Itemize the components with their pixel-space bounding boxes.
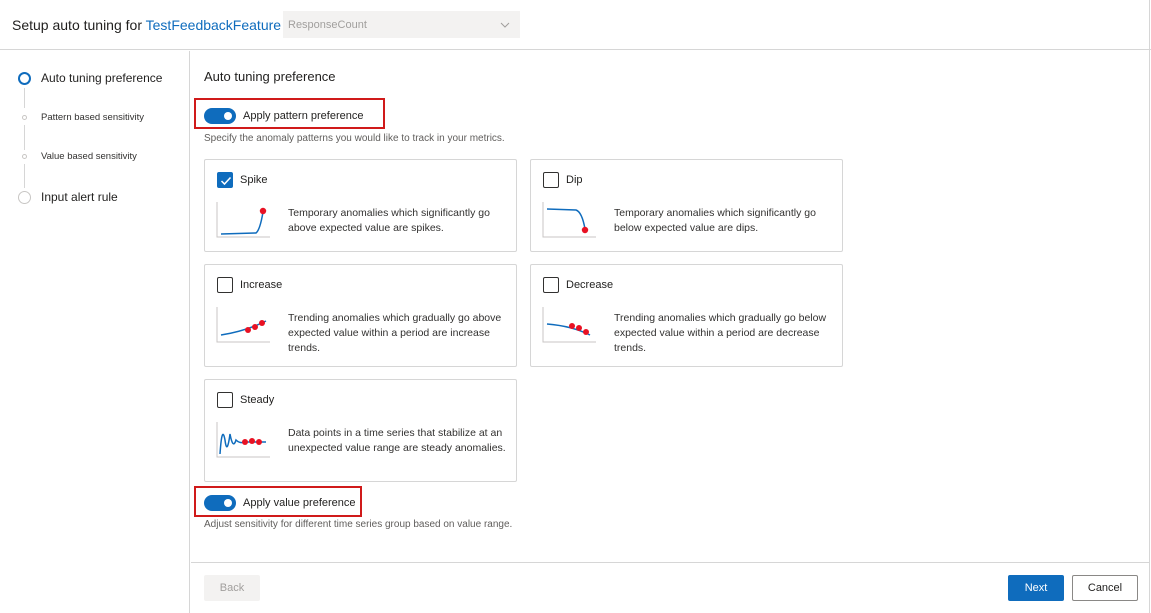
step-current-icon [18, 72, 31, 85]
decrease-checkbox[interactable] [543, 277, 559, 293]
pattern-description: Temporary anomalies which significantly … [614, 207, 816, 234]
step-label: Auto tuning preference [41, 71, 163, 85]
pattern-name: Decrease [566, 279, 614, 291]
title-prefix: Setup auto tuning for [12, 17, 142, 33]
steady-checkbox[interactable] [217, 392, 233, 408]
pattern-preference-label: Apply pattern preference [243, 110, 364, 122]
page-header: Setup auto tuning for TestFeedbackFeatur… [0, 0, 1151, 50]
pattern-name: Dip [566, 174, 583, 186]
step-connector [24, 88, 25, 108]
step-sidebar: Auto tuning preference Pattern based sen… [0, 51, 190, 613]
value-preference-toggle-row[interactable]: Apply value preference [204, 495, 356, 511]
step-pending-icon [18, 191, 31, 204]
pattern-description: Trending anomalies which gradually go be… [614, 312, 827, 354]
step-connector [24, 164, 25, 188]
chevron-down-icon [500, 22, 510, 28]
pattern-card-steady[interactable]: Steady Data points in a time series that… [204, 379, 517, 482]
spike-chart-icon [216, 202, 270, 238]
pattern-preference-toggle-row[interactable]: Apply pattern preference [204, 108, 363, 124]
steady-chart-icon [216, 422, 270, 458]
pattern-description: Data points in a time series that stabil… [288, 427, 506, 454]
value-preference-label: Apply value preference [243, 497, 356, 509]
feature-link[interactable]: TestFeedbackFeature [146, 17, 281, 33]
step-label: Input alert rule [41, 190, 118, 204]
pattern-card-dip[interactable]: Dip Temporary anomalies which significan… [530, 159, 843, 252]
spike-checkbox[interactable] [217, 172, 233, 188]
increase-chart-icon [216, 307, 270, 343]
metric-select[interactable]: ResponseCount [283, 11, 520, 38]
pattern-card-increase[interactable]: Increase Trending anomalies which gradua… [204, 264, 517, 367]
dip-checkbox[interactable] [543, 172, 559, 188]
panel-edge [1149, 0, 1150, 613]
pattern-description: Temporary anomalies which significantly … [288, 207, 490, 234]
page-title: Setup auto tuning for TestFeedbackFeatur… [12, 17, 289, 33]
next-button[interactable]: Next [1008, 575, 1064, 601]
metric-select-value: ResponseCount [288, 19, 367, 31]
pattern-name: Steady [240, 394, 275, 406]
cancel-button[interactable]: Cancel [1072, 575, 1138, 601]
back-button[interactable]: Back [204, 575, 260, 601]
pattern-preference-toggle[interactable] [204, 108, 236, 124]
pattern-name: Spike [240, 174, 268, 186]
wizard-footer: Back Next Cancel [191, 562, 1149, 613]
step-label: Pattern based sensitivity [41, 112, 144, 123]
dip-chart-icon [542, 202, 596, 238]
pattern-card-spike[interactable]: Spike Temporary anomalies which signific… [204, 159, 517, 252]
section-title: Auto tuning preference [204, 69, 336, 84]
step-connector [24, 125, 25, 150]
value-description: Adjust sensitivity for different time se… [204, 519, 513, 530]
pattern-name: Increase [240, 279, 283, 291]
step-substep-icon [22, 154, 27, 159]
step-label: Value based sensitivity [41, 151, 137, 162]
value-preference-toggle[interactable] [204, 495, 236, 511]
decrease-chart-icon [542, 307, 596, 343]
pattern-card-decrease[interactable]: Decrease Trending anomalies which gradua… [530, 264, 843, 367]
pattern-description: Specify the anomaly patterns you would l… [204, 133, 505, 144]
increase-checkbox[interactable] [217, 277, 233, 293]
step-substep-icon [22, 115, 27, 120]
checkmark-icon [220, 176, 232, 186]
pattern-description: Trending anomalies which gradually go ab… [288, 312, 502, 354]
